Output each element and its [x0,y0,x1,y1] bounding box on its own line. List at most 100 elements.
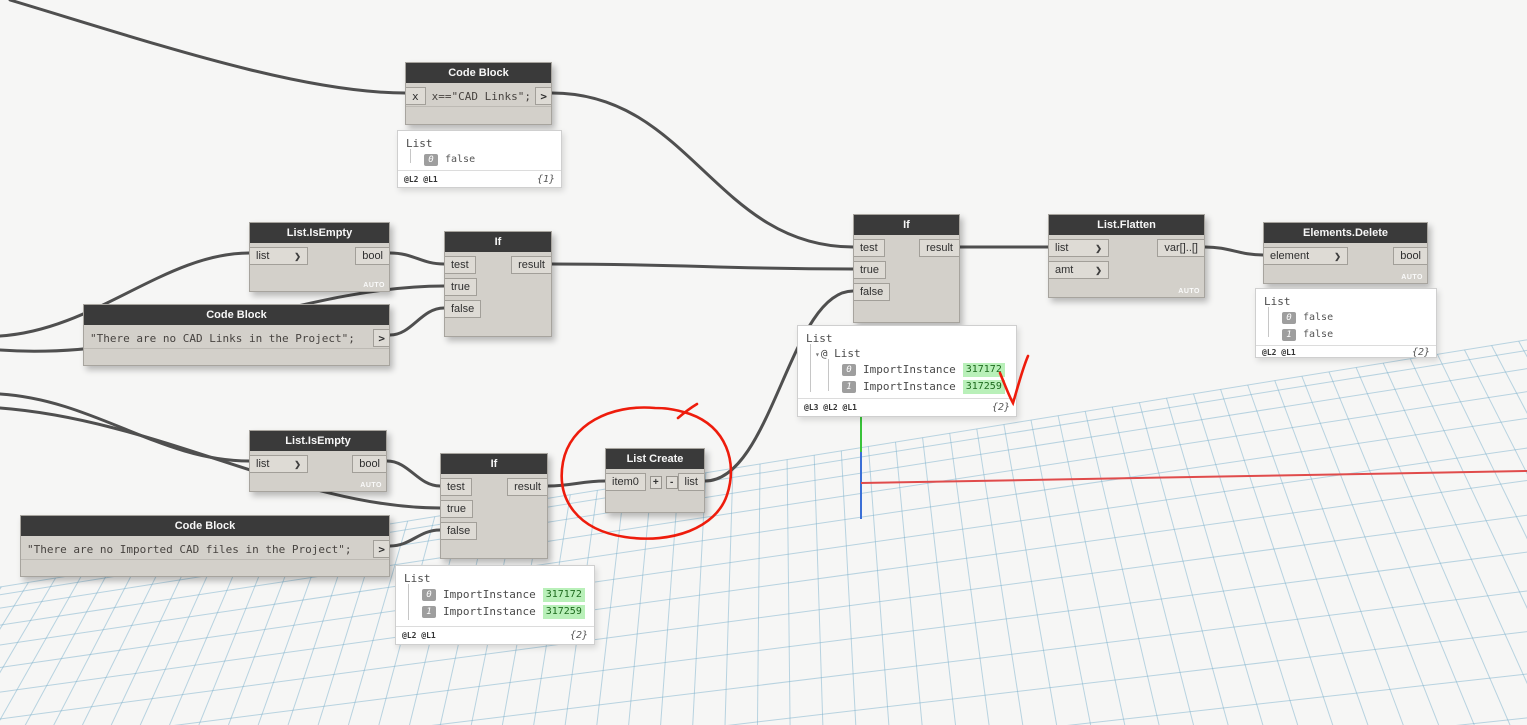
output-port[interactable]: > [535,87,551,105]
tree-sub-list[interactable]: ▾@ List [815,346,1008,361]
node-list-isempty-bottom[interactable]: List.IsEmpty list ❯ bool AUTO [249,430,387,492]
input-port-item0[interactable]: item0 [606,473,646,491]
node-title[interactable]: List.IsEmpty [250,431,386,451]
item-count-label: {2} [569,630,588,641]
node-title[interactable]: If [441,454,547,474]
input-port-element[interactable]: element ❯ [1264,247,1348,265]
lacing-label: AUTO [1401,274,1423,281]
expander-icon[interactable]: ▾ [815,350,820,359]
wire-offscreen-to-codeblock-x[interactable] [8,0,407,95]
input-port-test[interactable]: test [441,478,472,496]
item-label: ImportInstance [863,380,956,393]
list-levels-label: @L2 @L1 [1262,348,1296,357]
node-title[interactable]: List.Flatten [1049,215,1204,235]
node-title[interactable]: Code Block [21,516,389,536]
node-list-flatten[interactable]: List.Flatten list ❯ var[]..[] amt ❯ AUTO [1048,214,1205,298]
tree-line [408,584,409,620]
input-port-true[interactable]: true [854,261,886,279]
wire-codeblock-nolinks-to-if-top-false[interactable] [388,306,446,337]
preview-bubble-elements-delete[interactable]: List 0 false 1 false @L2 @L1 {2} [1255,288,1437,358]
code-block-code[interactable]: "There are no CAD Links in the Project"; [84,332,373,345]
preview-bubble-if-bottom[interactable]: List 0 ImportInstance 317172 1 ImportIns… [395,565,595,645]
node-code-block-no-imports[interactable]: Code Block "There are no Imported CAD fi… [20,515,390,577]
output-port-bool[interactable]: bool [352,455,386,473]
list-level-chevron-icon[interactable]: ❯ [294,456,301,473]
node-title[interactable]: List Create [606,449,704,469]
node-title[interactable]: Code Block [406,63,551,83]
node-title[interactable]: Code Block [84,305,389,325]
element-id-value: 317172 [542,587,585,602]
node-title[interactable]: List.IsEmpty [250,223,389,243]
index-badge: 0 [1282,311,1296,324]
item-value: false [1303,329,1334,340]
wire-if-bottom-result-to-listcreate-item0[interactable] [546,479,607,488]
input-port-list[interactable]: list ❯ [250,247,308,265]
lacing-label: AUTO [360,482,382,489]
item-count-label: {1} [536,173,555,185]
list-level-chevron-icon[interactable]: ❯ [1095,262,1102,279]
output-port-list[interactable]: list [677,473,704,491]
code-block-code[interactable]: "There are no Imported CAD files in the … [21,543,373,556]
lacing-label: AUTO [363,282,385,289]
tree-root-label: List [404,572,431,585]
add-input-button[interactable]: + [649,475,662,489]
input-port-amt[interactable]: amt ❯ [1049,261,1109,279]
node-list-isempty-top[interactable]: List.IsEmpty list ❯ bool AUTO [249,222,390,292]
node-elements-delete[interactable]: Elements.Delete element ❯ bool AUTO [1263,222,1428,284]
tree-line [828,359,829,391]
input-port-test[interactable]: test [445,256,476,274]
node-if-top[interactable]: If test result true false [444,231,552,337]
output-port-var[interactable]: var[]..[] [1157,239,1204,257]
node-title[interactable]: If [854,215,959,235]
input-port-x[interactable]: x [406,87,426,105]
wire-codeblock-noimports-to-if-bottom-false[interactable] [388,528,442,548]
input-port-false[interactable]: false [441,522,478,540]
input-port-list[interactable]: list ❯ [1049,239,1109,257]
output-port-bool[interactable]: bool [1393,247,1427,265]
output-port-bool[interactable]: bool [355,247,389,265]
port-label: element [1270,249,1310,262]
input-port-test[interactable]: test [854,239,885,257]
preview-bubble-code-block-top[interactable]: List 0 false @L2 @L1 {1} [397,130,562,188]
output-port[interactable]: > [373,540,389,558]
input-port-list[interactable]: list ❯ [250,455,308,473]
tree-line [1268,307,1269,337]
input-port-true[interactable]: true [445,278,477,296]
element-id-value: 317259 [962,379,1005,394]
element-id-value: 317259 [542,604,585,619]
index-badge: 0 [424,153,438,166]
wire-offscreen-to-isempty-bottom-list[interactable] [0,392,251,463]
tree-root-label: List [1264,295,1291,308]
node-list-create[interactable]: List Create item0 + - list [605,448,705,513]
node-if-bottom[interactable]: If test result true false [440,453,548,559]
list-level-chevron-icon[interactable]: ❯ [1095,240,1102,257]
wire-isempty-top-to-if-top-test[interactable] [388,251,446,266]
wire-codeblock-to-if-mid-test[interactable] [550,91,855,249]
wire-flatten-to-delete-element[interactable] [1203,245,1265,257]
port-label: amt [1055,263,1074,276]
output-port[interactable]: > [373,329,389,347]
dynamo-workspace[interactable]: Code Block x x=="CAD Links"; > List.IsEm… [0,0,1527,725]
code-block-code[interactable]: x=="CAD Links"; [426,90,536,103]
node-code-block-top[interactable]: Code Block x x=="CAD Links"; > [405,62,552,125]
item-value: false [445,154,476,165]
input-port-false[interactable]: false [854,283,891,301]
output-port-result[interactable]: result [511,256,551,274]
port-label: list [256,457,270,470]
list-level-chevron-icon[interactable]: ❯ [294,248,301,265]
node-title[interactable]: If [445,232,551,252]
node-code-block-no-links[interactable]: Code Block "There are no CAD Links in th… [83,304,390,366]
node-if-mid[interactable]: If test result true false [853,214,960,323]
wire-if-top-result-to-if-mid-true[interactable] [550,262,855,271]
remove-input-button[interactable]: - [665,475,678,489]
node-title[interactable]: Elements.Delete [1264,223,1427,243]
input-port-true[interactable]: true [441,500,473,518]
port-label: list [1055,241,1069,254]
input-port-false[interactable]: false [445,300,482,318]
preview-bubble-if-mid[interactable]: List ▾@ List 0 ImportInstance 317172 1 I… [797,325,1017,417]
wire-isempty-bottom-to-if-bottom-test[interactable] [385,459,442,488]
item-label: ImportInstance [863,363,956,376]
output-port-result[interactable]: result [919,239,959,257]
list-level-chevron-icon[interactable]: ❯ [1334,248,1341,265]
output-port-result[interactable]: result [507,478,547,496]
